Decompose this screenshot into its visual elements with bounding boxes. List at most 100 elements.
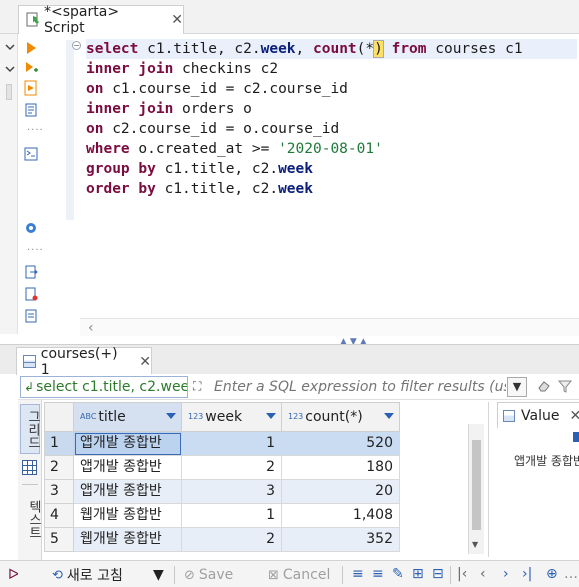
sql-line[interactable]: group by c1.title, c2.week [86, 159, 577, 179]
text-view-tab[interactable]: 텍스트 [20, 492, 41, 546]
scroll-down-icon[interactable]: ▼ [472, 540, 478, 549]
sql-line[interactable]: where o.created_at >= '2020-08-01' [86, 139, 577, 159]
chevron-down-icon[interactable] [3, 62, 17, 76]
add-row-icon[interactable]: ⊞ [412, 566, 424, 582]
count-cell[interactable]: 20 [282, 480, 400, 504]
title-cell[interactable]: 웹개발 종합반 [74, 504, 182, 528]
week-cell[interactable]: 2 [182, 528, 282, 552]
divider [450, 566, 451, 584]
edit-icon[interactable]: ✎ [392, 566, 404, 582]
sort-arrow-icon[interactable] [384, 413, 394, 419]
cancel-button[interactable]: ⊠ Cancel [268, 565, 330, 585]
sql-line[interactable]: inner join checkins c2 [86, 59, 577, 79]
gear-icon[interactable] [23, 220, 39, 236]
count-cell[interactable]: 180 [282, 456, 400, 480]
save-button[interactable]: ⊘ Save [184, 565, 233, 585]
results-tab-courses[interactable]: courses(+) 1 ✕ [16, 346, 152, 378]
grid-view-tab[interactable]: 그리드 [20, 404, 40, 454]
week-cell[interactable]: 1 [182, 432, 282, 456]
text-direction-icon[interactable]: ᐅ [8, 565, 19, 585]
editor-horizontal-scrollbar[interactable]: ‹ [80, 318, 579, 336]
sort-arrow-icon[interactable] [166, 413, 176, 419]
sql-keyword: by [138, 181, 156, 197]
table-row[interactable]: 4 웹개발 종합반 1 1,408 [44, 504, 400, 528]
expand-filter-icon[interactable]: ⛶ [193, 379, 209, 395]
filter-history-dropdown[interactable]: ▼ [507, 377, 527, 397]
editor-tab-script[interactable]: *<sparta> Script ✕ [18, 4, 184, 36]
column-header-title[interactable]: ABC title [74, 402, 182, 432]
row-number[interactable]: 1 [44, 432, 74, 456]
sql-line[interactable]: on c1.course_id = c2.course_id [86, 79, 577, 99]
funnel-icon[interactable] [557, 379, 573, 397]
title-cell[interactable]: 앱개발 종합반 [74, 456, 182, 480]
last-page-icon[interactable]: ›| [522, 566, 532, 582]
sql-keyword: join [138, 101, 174, 117]
sort-arrow-icon[interactable] [266, 413, 276, 419]
value-panel-tab[interactable]: Value ✕ [497, 402, 579, 428]
week-cell[interactable]: 1 [182, 504, 282, 528]
close-icon[interactable]: ✕ [171, 12, 183, 28]
execute-in-new-tab-icon[interactable] [23, 60, 39, 76]
table-row[interactable]: 1 앱개발 종합반 1 520 [44, 432, 400, 456]
sql-line[interactable]: order by c1.title, c2.week [86, 179, 577, 199]
row-number-header[interactable] [44, 402, 74, 432]
refresh-dropdown-icon[interactable]: ▼ [153, 565, 164, 585]
output-console-icon[interactable] [23, 146, 39, 162]
table-row[interactable]: 2 앱개발 종합반 2 180 [44, 456, 400, 480]
sql-keyword: count [313, 41, 357, 57]
row-number[interactable]: 3 [44, 480, 74, 504]
filter-input[interactable] [214, 376, 506, 398]
row-number[interactable]: 5 [44, 528, 74, 552]
grid-icon[interactable] [22, 460, 37, 475]
execute-statement-icon[interactable] [23, 40, 39, 56]
load-script-icon[interactable] [23, 308, 39, 324]
week-cell[interactable]: 2 [182, 456, 282, 480]
count-cell[interactable]: 352 [282, 528, 400, 552]
sql-line[interactable]: on c2.course_id = o.course_id [86, 119, 577, 139]
align-left-icon[interactable]: ≡ [352, 566, 364, 582]
week-cell[interactable]: 3 [182, 480, 282, 504]
scrollbar-thumb[interactable] [472, 440, 481, 530]
table-row[interactable]: 5 웹개발 종합반 2 352 [44, 528, 400, 552]
title-cell[interactable]: 앱개발 종합반 [74, 480, 182, 504]
scroll-left-icon[interactable]: ‹ [88, 320, 94, 336]
row-number[interactable]: 2 [44, 456, 74, 480]
table-row[interactable]: 3 앱개발 종합반 3 20 [44, 480, 400, 504]
first-page-icon[interactable]: |‹ [457, 566, 467, 582]
more-icon[interactable]: … [564, 566, 578, 582]
close-icon[interactable]: ✕ [139, 354, 151, 370]
execute-script-icon[interactable] [23, 80, 39, 96]
refresh-button[interactable]: ⟲ 새로 고침 [52, 565, 123, 585]
value-content[interactable]: 앱개발 종합반 [514, 452, 579, 469]
fetch-all-icon[interactable]: ⊕ [546, 566, 558, 582]
title-cell[interactable]: 앱개발 종합반 [74, 432, 182, 456]
sql-line[interactable]: select c1.title, c2.week, count(*) from … [86, 39, 577, 59]
cancel-label: Cancel [282, 567, 331, 583]
sql-line[interactable]: inner join orders o [86, 99, 577, 119]
panel-splitter-handle[interactable] [6, 84, 12, 100]
previous-page-icon[interactable]: ‹ [480, 566, 486, 582]
new-script-icon[interactable] [23, 286, 39, 302]
result-grid[interactable]: ABC title 123 week 123 count(*) 1 앱개발 종합반… [44, 402, 468, 556]
row-number[interactable]: 4 [44, 504, 74, 528]
count-cell[interactable]: 520 [282, 432, 400, 456]
chevron-down-icon[interactable] [3, 40, 17, 54]
count-cell[interactable]: 1,408 [282, 504, 400, 528]
query-text-link[interactable]: ↲ select c1.title, c2.week [20, 376, 188, 398]
align-right-icon[interactable]: ≡ [372, 566, 384, 582]
sql-keyword: where [86, 141, 130, 157]
eraser-icon[interactable] [537, 379, 551, 397]
column-header-count[interactable]: 123 count(*) [282, 402, 400, 432]
sql-editor[interactable]: − select c1.title, c2.week, count(*) fro… [54, 34, 579, 318]
column-header-week[interactable]: 123 week [182, 402, 282, 432]
explain-plan-icon[interactable] [23, 102, 39, 118]
sql-code[interactable]: select c1.title, c2.week, count(*) from … [86, 39, 577, 199]
sql-string: '2020-08-01' [278, 141, 383, 157]
close-icon[interactable]: ✕ [569, 408, 579, 424]
export-icon[interactable] [23, 264, 39, 280]
fold-collapse-icon[interactable]: − [72, 41, 81, 50]
grid-vertical-scrollbar[interactable]: ▼ [468, 424, 484, 554]
title-cell[interactable]: 웹개발 종합반 [74, 528, 182, 552]
delete-row-icon[interactable]: ⊟ [432, 566, 444, 582]
next-page-icon[interactable]: › [503, 566, 509, 582]
